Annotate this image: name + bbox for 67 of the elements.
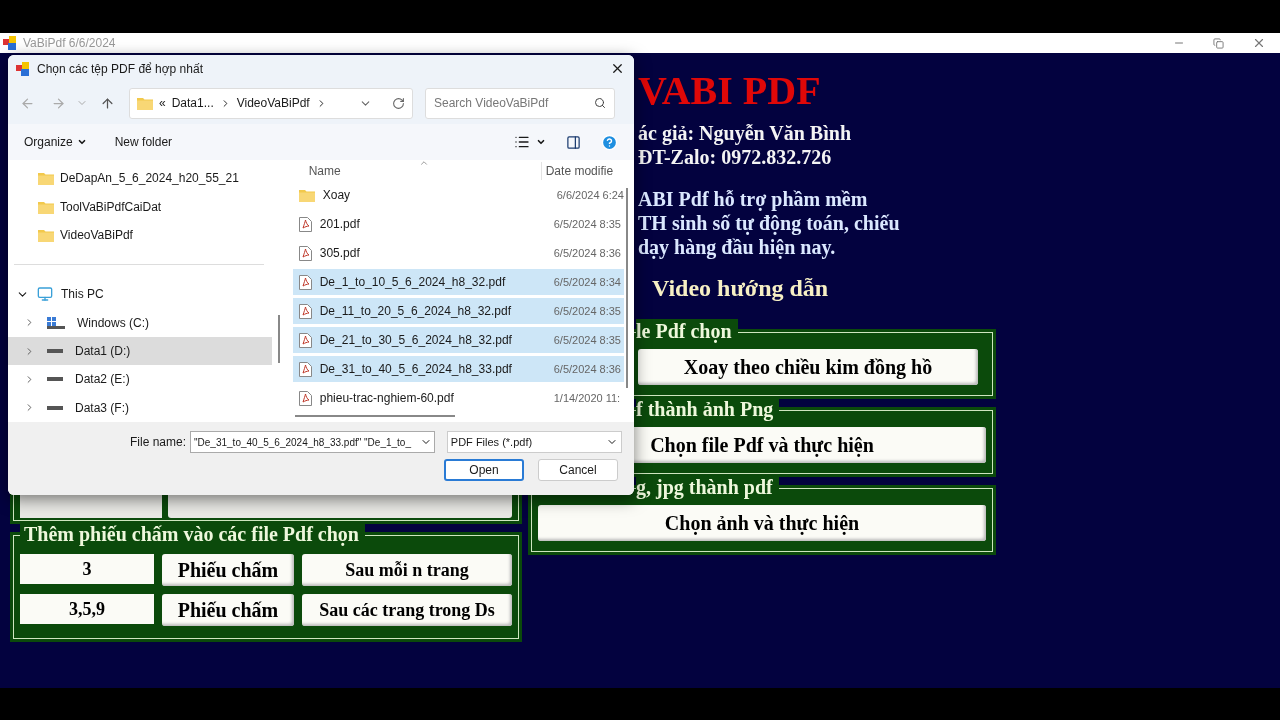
description-line: dạy hàng đầu hiện nay.	[638, 235, 837, 259]
breadcrumb-item[interactable]: Data1...	[171, 94, 214, 112]
file-name: De_31_to_40_5_6_2024_h8_33.pdf	[319, 361, 513, 378]
file-date: 6/6/2024 6:24	[556, 187, 624, 203]
address-bar[interactable]: « Data1... VideoVaBiPdf	[129, 87, 413, 119]
phone-text: ĐT-Zalo: 0972.832.726	[638, 145, 833, 169]
action-button[interactable]: Xoay theo chiều kim đồng hồ	[638, 349, 978, 385]
file-name: 201.pdf	[319, 216, 361, 233]
group-title: le Pdf chọn	[636, 319, 738, 343]
file-row[interactable]: De_1_to_10_5_6_2024_h8_32.pdf 6/5/2024 8:34	[292, 269, 624, 295]
description-line: ABI Pdf hỗ trợ phầm mềm	[638, 187, 869, 211]
nav-item[interactable]: Data1 (D:)	[8, 336, 272, 366]
file-name-label: File name:	[130, 434, 187, 451]
file-name: Xoay	[322, 187, 352, 204]
nav-item[interactable]: Data2 (E:)	[8, 365, 272, 394]
answer-sheet-button[interactable]: Phiếu chấm	[162, 594, 294, 626]
nav-item[interactable]: Windows (C:)	[8, 308, 272, 337]
nav-item[interactable]: This PC	[8, 280, 272, 309]
group-title: Thêm phiếu chấm vào các file Pdf chọn	[20, 522, 365, 546]
file-date: 6/5/2024 8:34	[553, 274, 621, 290]
file-date: 6/5/2024 8:36	[553, 245, 621, 261]
file-date: 6/5/2024 8:36	[553, 361, 621, 377]
open-button[interactable]: Open	[444, 459, 524, 481]
file-row[interactable]: 305.pdf 6/5/2024 8:36	[292, 240, 624, 266]
group-title: g, jpg thành pdf	[636, 475, 779, 499]
action-button[interactable]: Chọn ảnh và thực hiện	[538, 505, 986, 541]
window-title: VaBiPdf 6/6/2024	[23, 35, 116, 52]
video-guide-link[interactable]: Video hướng dẫn	[652, 273, 996, 303]
file-name: De_1_to_10_5_6_2024_h8_32.pdf	[319, 274, 507, 291]
file-date: 6/5/2024 8:35	[553, 303, 621, 319]
search-field[interactable]: Search VideoVaBiPdf	[425, 87, 615, 119]
file-row[interactable]: 201.pdf 6/5/2024 8:35	[292, 211, 624, 237]
overflow-chevron[interactable]: «	[159, 94, 166, 112]
file-row[interactable]: De_31_to_40_5_6_2024_h8_33.pdf 6/5/2024 8:36	[292, 356, 624, 382]
file-date: 6/5/2024 8:35	[553, 216, 621, 232]
nav-item[interactable]: Data3 (F:)	[8, 393, 272, 422]
file-type-dropdown[interactable]: PDF Files (*.pdf)	[446, 431, 622, 453]
page-number-field[interactable]: 3	[20, 554, 154, 584]
file-row[interactable]: De_21_to_30_5_6_2024_h8_32.pdf 6/5/2024 8:35	[292, 327, 624, 353]
file-name: 305.pdf	[319, 245, 361, 262]
nav-item[interactable]: VideoVaBiPdf	[8, 220, 272, 250]
file-date: 1/14/2020 11:	[553, 390, 621, 406]
action-button[interactable]: Sau các trang trong Ds	[302, 594, 512, 626]
description-line: TH sinh số tự động toán, chiếu	[638, 211, 901, 235]
nav-item[interactable]: ToolVaBiPdfCaiDat	[8, 192, 272, 221]
dialog-title: Chọn các tệp PDF để hợp nhất	[37, 60, 203, 78]
page-number-field[interactable]: 3,5,9	[20, 594, 154, 624]
group-title: f thành ảnh Png	[636, 397, 780, 421]
file-name: De_11_to_20_5_6_2024_h8_32.pdf	[319, 303, 512, 320]
file-row[interactable]: De_11_to_20_5_6_2024_h8_32.pdf 6/5/2024 8:35	[292, 298, 624, 324]
new-folder-button[interactable]: New folder	[114, 133, 173, 151]
answer-sheet-button[interactable]: Phiếu chấm	[162, 554, 294, 586]
file-name-field[interactable]: "De_31_to_40_5_6_2024_h8_33.pdf" "De_1_to_	[190, 431, 435, 453]
file-date: 6/5/2024 8:35	[553, 332, 621, 348]
file-row[interactable]: Xoay 6/6/2024 6:24	[292, 182, 624, 208]
file-name: De_21_to_30_5_6_2024_h8_32.pdf	[319, 332, 513, 349]
action-button[interactable]: Sau mỗi n trang	[302, 554, 512, 586]
breadcrumb-item[interactable]: VideoVaBiPdf	[236, 94, 310, 112]
nav-item[interactable]: DeDapAn_5_6_2024_h20_55_21	[8, 164, 272, 193]
app-heading: VABI PDF	[638, 69, 822, 113]
file-name: phieu-trac-nghiem-60.pdf	[319, 390, 455, 407]
organize-button[interactable]: Organize	[24, 133, 87, 151]
column-header[interactable]: Name	[292, 162, 541, 180]
column-header[interactable]: Date modifie	[540, 162, 614, 180]
author-text: ác giả: Nguyễn Văn Bình	[638, 121, 852, 145]
cancel-button[interactable]: Cancel	[538, 459, 618, 481]
file-row[interactable]: phieu-trac-nghiem-60.pdf 1/14/2020 11:	[292, 385, 624, 411]
